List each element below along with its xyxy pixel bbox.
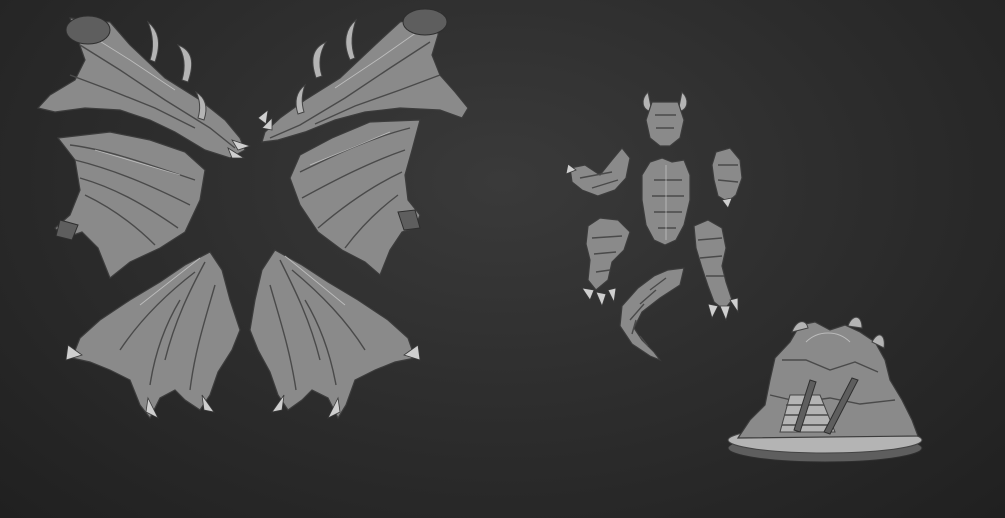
sculpt-viewport bbox=[36, 8, 923, 463]
wing-membrane-right-upper bbox=[289, 119, 421, 277]
head-part bbox=[642, 90, 688, 147]
upper-arm-right-part bbox=[711, 147, 743, 209]
wing-membrane-right-lower bbox=[249, 249, 421, 420]
base-group bbox=[727, 316, 923, 463]
wing-parts-group bbox=[36, 8, 469, 420]
forearm-right-part bbox=[693, 219, 739, 322]
upper-arm-left-part bbox=[565, 147, 631, 197]
tail-part bbox=[619, 267, 685, 362]
body-parts-group bbox=[565, 90, 743, 362]
wing-membrane-left-lower bbox=[65, 251, 241, 420]
forearm-left-part bbox=[581, 217, 631, 308]
torso-part bbox=[641, 157, 691, 246]
wing-membrane-left-upper bbox=[54, 131, 206, 279]
wing-arm-right bbox=[257, 8, 469, 143]
